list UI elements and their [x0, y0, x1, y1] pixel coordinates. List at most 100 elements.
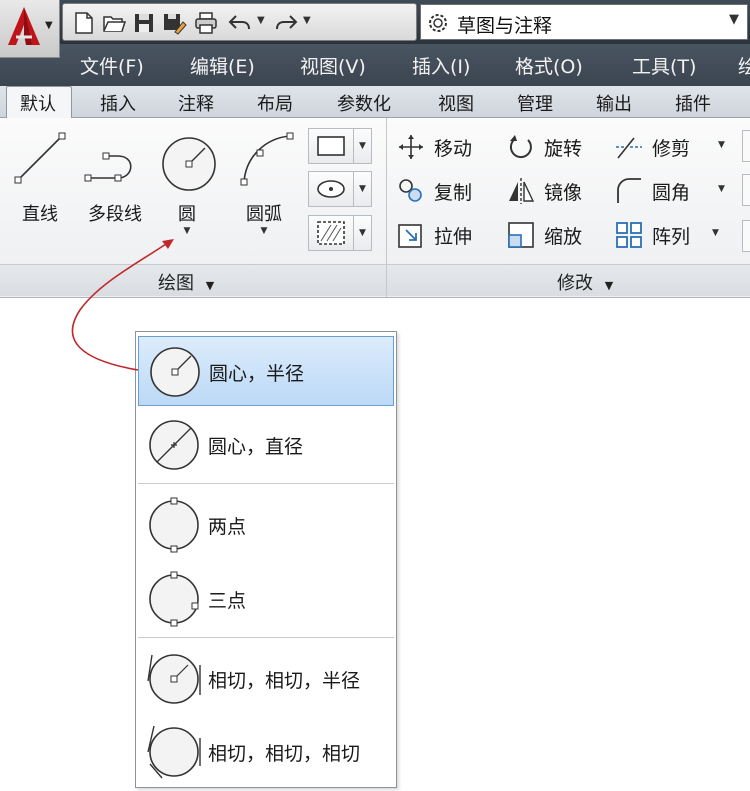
- draw-panel-expand-icon: ▼: [205, 279, 215, 292]
- circle-three-point-icon: [149, 571, 199, 627]
- ellipse-icon: [317, 180, 345, 198]
- ellipse-button-body: [308, 171, 354, 207]
- edge-button-1[interactable]: [742, 130, 750, 162]
- circle-tan-tan-radius-item[interactable]: 相切，相切，半径: [138, 644, 394, 714]
- circle-tool[interactable]: 圆 ▼: [155, 122, 219, 242]
- fillet-label: 圆角: [652, 182, 691, 204]
- hatch-dropdown-icon[interactable]: ▼: [354, 215, 372, 251]
- edge-button-2[interactable]: [742, 174, 750, 206]
- menu-insert[interactable]: 插入(I): [412, 52, 470, 79]
- circle-tan-tan-tan-item[interactable]: 相切，相切，相切: [138, 717, 394, 787]
- mirror-icon: [509, 178, 535, 204]
- circle-center-diameter-item[interactable]: 圆心，直径: [138, 410, 394, 480]
- save-as-icon[interactable]: [161, 10, 187, 36]
- rectangle-dropdown-icon[interactable]: ▼: [354, 128, 372, 164]
- array-icon: [616, 222, 642, 248]
- flyout-separator-1: [138, 483, 394, 484]
- array-label: 阵列: [652, 226, 691, 248]
- save-icon[interactable]: [131, 10, 157, 36]
- move-label: 移动: [434, 138, 473, 160]
- circle-center-diameter-icon: [149, 420, 199, 470]
- print-icon[interactable]: [193, 10, 219, 36]
- copy-icon: [399, 179, 422, 202]
- circle-center-radius-label: 圆心，半径: [209, 363, 305, 385]
- flyout-separator-2: [138, 637, 394, 638]
- draw-panel-title-text: 绘图: [158, 273, 194, 294]
- tab-insert[interactable]: 插入: [100, 90, 136, 116]
- quick-access-strip: ▼ ▼: [62, 3, 417, 41]
- open-folder-icon[interactable]: [101, 10, 127, 36]
- app-dropdown-icon: ▼: [45, 20, 53, 31]
- rectangle-icon: [317, 136, 345, 156]
- tab-manage[interactable]: 管理: [517, 90, 553, 116]
- menu-tools[interactable]: 工具(T): [632, 52, 696, 79]
- line-tool[interactable]: 直线: [8, 122, 72, 242]
- application-menu-button[interactable]: ▼: [0, 0, 60, 58]
- circle-center-radius-icon: [150, 347, 200, 397]
- fillet-dropdown-icon[interactable]: ▼: [718, 184, 725, 194]
- array-dropdown-icon[interactable]: ▼: [712, 228, 719, 238]
- rectangle-button[interactable]: ▼: [308, 128, 372, 166]
- edge-button-3[interactable]: [742, 220, 750, 252]
- trim-dropdown-icon[interactable]: ▼: [718, 140, 725, 150]
- tab-parametric[interactable]: 参数化: [337, 90, 391, 116]
- menu-format[interactable]: 格式(O): [515, 52, 583, 79]
- arc-tool[interactable]: 圆弧 ▼: [232, 122, 296, 242]
- rectangle-button-body: [308, 128, 354, 164]
- circle-center-radius-item[interactable]: 圆心，半径: [138, 336, 394, 406]
- new-file-icon[interactable]: [71, 10, 97, 36]
- circle-two-point-item[interactable]: 两点: [138, 490, 394, 560]
- menu-edit[interactable]: 编辑(E): [190, 52, 255, 79]
- line-icon: [14, 132, 66, 184]
- tab-view[interactable]: 视图: [438, 90, 474, 116]
- ellipse-button[interactable]: ▼: [308, 171, 372, 209]
- modify-panel-title-text: 修改: [557, 273, 593, 294]
- circle-label: 圆: [178, 204, 196, 225]
- circle-dropdown-icon[interactable]: ▼: [155, 226, 219, 236]
- modify-panel-expand-icon: ▼: [604, 279, 614, 292]
- line-label: 直线: [22, 204, 58, 225]
- circle-three-point-item[interactable]: 三点: [138, 564, 394, 634]
- rotate-icon: [509, 135, 532, 159]
- gear-icon: [429, 14, 447, 32]
- copy-label: 复制: [434, 182, 473, 204]
- circle-tan-tan-radius-icon: [147, 654, 201, 704]
- circle-tan-tan-tan-icon: [147, 725, 201, 779]
- tab-plugins[interactable]: 插件: [675, 90, 711, 116]
- redo-dropdown-icon[interactable]: ▼: [303, 15, 311, 26]
- quick-access-toolbar: ▼ ▼ 草图与注释 ▼: [0, 0, 750, 44]
- redo-icon[interactable]: [273, 10, 299, 36]
- modify-panel-title[interactable]: 修改 ▼: [557, 269, 613, 295]
- circle-center-diameter-label: 圆心，直径: [208, 436, 304, 458]
- undo-icon[interactable]: [227, 10, 253, 36]
- polyline-label: 多段线: [88, 204, 142, 225]
- arc-label: 圆弧: [246, 204, 282, 225]
- rotate-label: 旋转: [544, 138, 583, 160]
- move-icon: [399, 135, 423, 159]
- trim-label: 修剪: [652, 138, 691, 160]
- tab-layout[interactable]: 布局: [257, 90, 293, 116]
- tab-annotate[interactable]: 注释: [178, 90, 214, 116]
- arc-icon: [240, 132, 294, 186]
- workspace-select[interactable]: 草图与注释 ▼: [420, 4, 748, 40]
- stretch-icon: [398, 224, 422, 248]
- menu-view[interactable]: 视图(V): [300, 52, 366, 79]
- ribbon-panel: 直线 多段线 圆 ▼ 圆弧 ▼ ▼ ▼ ▼ 移动 旋转 修剪 ▼ 复制 镜像 圆…: [0, 118, 750, 298]
- circle-tan-tan-tan-label: 相切，相切，相切: [208, 743, 361, 765]
- menu-draw[interactable]: 绘: [738, 52, 750, 79]
- hatch-icon: [317, 221, 345, 245]
- trim-icon: [616, 137, 642, 159]
- draw-panel-title[interactable]: 绘图 ▼: [158, 269, 214, 295]
- ellipse-dropdown-icon[interactable]: ▼: [354, 171, 372, 207]
- menu-file[interactable]: 文件(F): [80, 52, 144, 79]
- circle-two-point-icon: [149, 497, 199, 553]
- hatch-button[interactable]: ▼: [308, 215, 372, 253]
- arc-dropdown-icon[interactable]: ▼: [232, 226, 296, 236]
- tab-default[interactable]: 默认: [20, 90, 56, 116]
- circle-two-point-label: 两点: [208, 516, 247, 538]
- undo-dropdown-icon[interactable]: ▼: [257, 15, 265, 26]
- mirror-label: 镜像: [544, 182, 583, 204]
- polyline-tool[interactable]: 多段线: [80, 122, 144, 242]
- tab-output[interactable]: 输出: [596, 90, 632, 116]
- ribbon-tabs: 默认 插入 注释 布局 参数化 视图 管理 输出 插件: [0, 86, 750, 119]
